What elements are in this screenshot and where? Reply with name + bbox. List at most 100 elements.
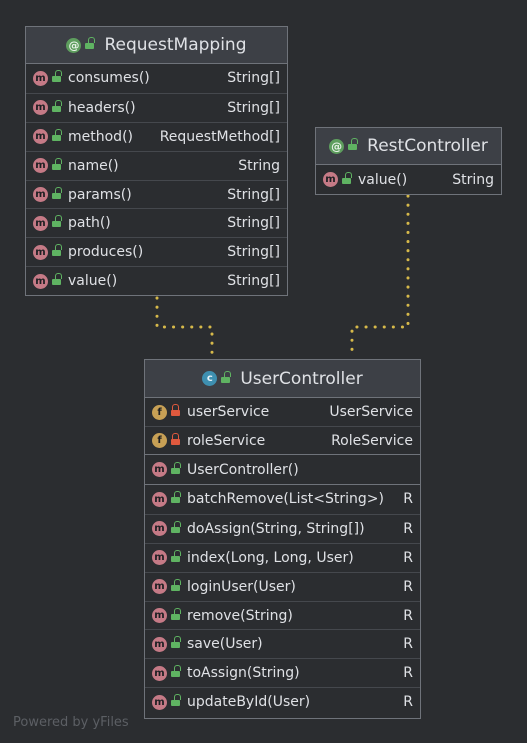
member-row[interactable]: m value() String[] [26, 266, 287, 295]
member-row[interactable]: m produces() String[] [26, 237, 287, 266]
member-icons: m [26, 128, 68, 145]
member-type: R [403, 491, 413, 508]
member-name: doAssign(String, String[]) [187, 520, 365, 537]
member-icons: f [145, 432, 187, 448]
class-name: RestController [367, 136, 488, 156]
public-lock-icon [52, 186, 62, 199]
class-name: RequestMapping [104, 35, 247, 55]
annotation-icon: @ [329, 138, 345, 154]
member-type: String[] [227, 99, 280, 116]
member-row[interactable]: m toAssign(String) R [145, 658, 420, 687]
class-icon: c [202, 371, 218, 386]
member-name: produces() [68, 244, 144, 261]
member-row[interactable]: m params() String[] [26, 179, 287, 209]
member-icons: m [26, 244, 68, 260]
member-name: save(User) [187, 636, 263, 653]
method-icon: m [152, 550, 167, 566]
member-icons: f [145, 404, 187, 420]
member-icons: m [316, 171, 358, 187]
member-row[interactable]: m batchRemove(List<String>) R [145, 485, 420, 514]
field-icon: f [152, 433, 167, 448]
member-type: R [403, 607, 413, 624]
public-lock-icon [52, 157, 62, 170]
member-name: consumes() [68, 70, 150, 87]
method-icon: m [152, 665, 167, 681]
member-row[interactable]: m save(User) R [145, 629, 420, 658]
field-icon: f [152, 404, 167, 420]
public-lock-icon [52, 128, 62, 141]
method-icon: m [323, 172, 338, 187]
member-icons: m [145, 665, 187, 681]
method-icon: m [33, 100, 48, 116]
member-row[interactable]: m consumes() String[] [26, 64, 287, 93]
public-lock-icon [171, 491, 181, 504]
member-name: value() [358, 171, 408, 188]
member-name: value() [68, 273, 118, 290]
member-type: RequestMethod[] [159, 128, 280, 145]
member-row[interactable]: m headers() String[] [26, 92, 287, 122]
method-icon: m [33, 244, 48, 260]
member-icons: m [145, 607, 187, 623]
member-row[interactable]: m remove(String) R [145, 600, 420, 630]
public-lock-icon [171, 607, 181, 620]
member-icons: m [145, 694, 187, 710]
member-icons: m [145, 461, 187, 477]
public-lock-icon [171, 520, 181, 533]
method-icon: m [152, 462, 167, 477]
method-icon: m [33, 187, 48, 202]
member-name: UserController() [187, 461, 299, 478]
member-row[interactable]: m name() String [26, 150, 287, 180]
member-name: index(Long, Long, User) [187, 549, 354, 566]
member-row[interactable]: m method() RequestMethod[] [26, 121, 287, 151]
method-icon: m [152, 579, 167, 595]
method-icon: m [33, 215, 48, 231]
member-type: R [403, 694, 413, 711]
member-name: name() [68, 157, 119, 174]
class-node-request-mapping[interactable]: @ RequestMapping m consumes() String[] m hea… [25, 26, 288, 296]
public-lock-icon [171, 461, 181, 474]
method-icon: m [33, 70, 48, 86]
member-icons: m [145, 491, 187, 507]
member-row[interactable]: m value() String [316, 165, 501, 194]
class-node-rest-controller[interactable]: @ RestController m value() String [315, 127, 502, 195]
member-icons: m [26, 99, 68, 116]
field-row[interactable]: f roleService RoleService [145, 426, 420, 454]
method-icon: m [152, 636, 167, 652]
member-name: method() [68, 128, 133, 145]
member-name: headers() [68, 99, 136, 116]
public-lock-icon [52, 273, 62, 286]
member-row[interactable]: m path() String[] [26, 208, 287, 237]
member-name: updateById(User) [187, 694, 311, 711]
member-icons: m [26, 273, 68, 289]
method-icon: m [33, 129, 48, 145]
member-type: String[] [227, 244, 280, 261]
public-lock-icon [171, 636, 181, 649]
class-header: c UserController [145, 360, 420, 398]
member-type: String [452, 171, 494, 188]
class-node-user-controller[interactable]: c UserController f userService UserService… [144, 359, 421, 719]
member-type: String[] [227, 215, 280, 232]
member-row[interactable]: m loginUser(User) R [145, 571, 420, 601]
member-name: remove(String) [187, 607, 293, 624]
member-row[interactable]: m doAssign(String, String[]) R [145, 513, 420, 543]
class-header: @ RestController [316, 128, 501, 165]
field-row[interactable]: f userService UserService [145, 398, 420, 426]
public-lock-icon [221, 370, 232, 383]
member-row[interactable]: m UserController() [145, 455, 420, 484]
member-icons: m [145, 578, 187, 595]
member-type: R [403, 578, 413, 595]
member-name: roleService [187, 432, 266, 449]
member-name: loginUser(User) [187, 578, 296, 595]
member-row[interactable]: m updateById(User) R [145, 687, 420, 716]
member-row[interactable]: m index(Long, Long, User) R [145, 542, 420, 572]
member-icons: m [26, 70, 68, 86]
member-icons: m [145, 636, 187, 652]
private-lock-icon [171, 404, 180, 416]
member-type: String[] [227, 186, 280, 203]
private-lock-icon [171, 432, 180, 445]
member-type: R [403, 665, 413, 682]
member-name: params() [68, 186, 132, 203]
member-type: RoleService [331, 432, 413, 449]
method-icon: m [152, 491, 167, 507]
method-icon: m [152, 694, 167, 710]
